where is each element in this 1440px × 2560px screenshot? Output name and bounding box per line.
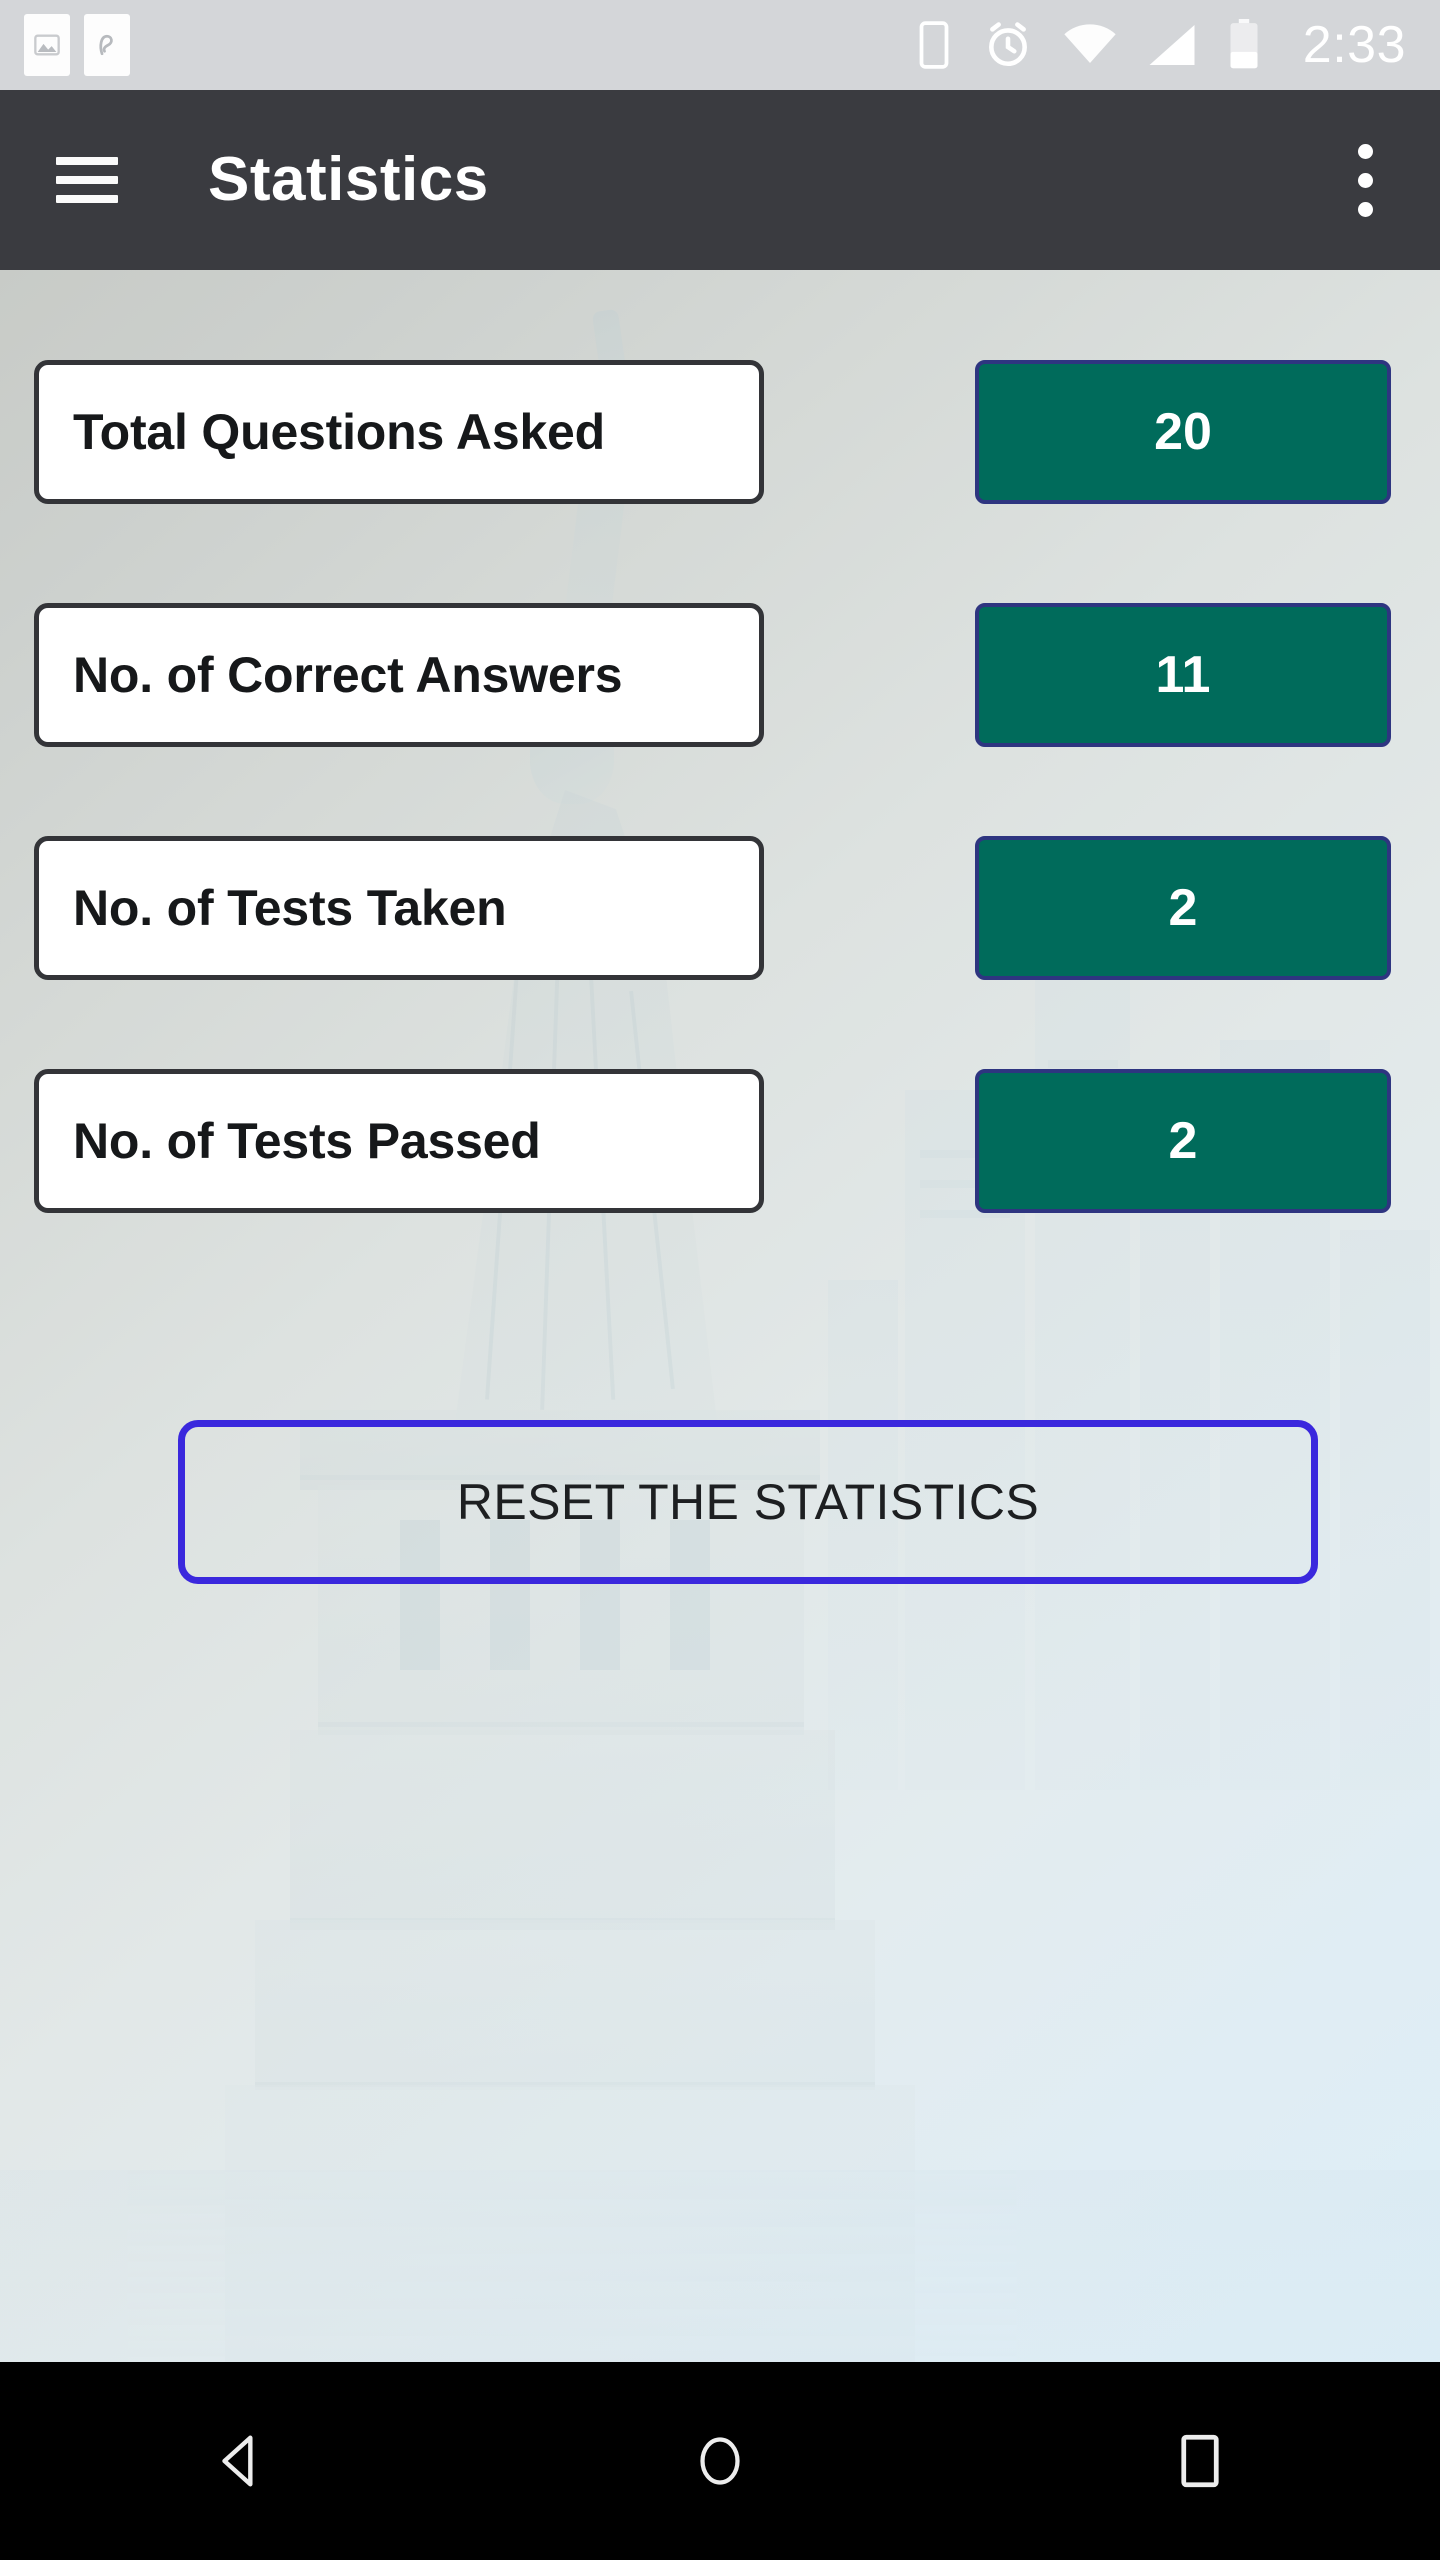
- table-row: No. of Correct Answers 11: [0, 603, 1440, 747]
- stat-value-box: 2: [975, 836, 1391, 980]
- table-row: No. of Tests Passed 2: [0, 1069, 1440, 1213]
- stat-label-card: Total Questions Asked: [34, 360, 764, 504]
- navigation-bar: [0, 2362, 1440, 2560]
- wifi-icon: [1063, 23, 1117, 67]
- cell-signal-icon: [1147, 22, 1197, 68]
- stat-value: 2: [1168, 879, 1198, 937]
- hamburger-menu-icon[interactable]: [56, 157, 118, 203]
- stat-value-box: 20: [975, 360, 1391, 504]
- stat-label: No. of Tests Passed: [73, 1113, 541, 1169]
- stat-value-box: 11: [975, 603, 1391, 747]
- stat-label: No. of Correct Answers: [73, 647, 623, 703]
- content-area: Total Questions Asked 20 No. of Correct …: [0, 270, 1440, 2362]
- stat-label-card: No. of Tests Taken: [34, 836, 764, 980]
- status-bar-clock: 2:33: [1302, 16, 1406, 74]
- stat-value: 2: [1168, 1112, 1198, 1170]
- stat-label-card: No. of Correct Answers: [34, 603, 764, 747]
- app-icon: [84, 14, 130, 76]
- stat-value: 11: [1155, 646, 1211, 704]
- more-vertical-icon[interactable]: [1330, 125, 1400, 235]
- stat-value: 20: [1154, 403, 1212, 461]
- app-bar: Statistics: [0, 90, 1440, 270]
- stat-value-box: 2: [975, 1069, 1391, 1213]
- status-bar-notifications: [24, 14, 130, 76]
- phone-icon: [915, 20, 953, 70]
- status-bar: 2:33: [0, 0, 1440, 90]
- table-row: Total Questions Asked 20: [0, 360, 1440, 504]
- status-bar-system-icons: 2:33: [915, 19, 1406, 71]
- home-button[interactable]: [480, 2431, 960, 2491]
- reset-statistics-label: RESET THE STATISTICS: [456, 1474, 1040, 1530]
- phone-screen: 2:33 Statistics Total Questions Asked 20…: [0, 0, 1440, 2560]
- stat-label: Total Questions Asked: [73, 404, 606, 460]
- back-button[interactable]: [0, 2430, 480, 2492]
- alarm-icon: [983, 20, 1033, 70]
- battery-icon: [1227, 19, 1261, 71]
- image-icon: [24, 14, 70, 76]
- stat-label: No. of Tests Taken: [73, 880, 507, 936]
- reset-statistics-button[interactable]: RESET THE STATISTICS: [178, 1420, 1318, 1584]
- recents-button[interactable]: [960, 2431, 1440, 2491]
- page-title: Statistics: [208, 145, 489, 214]
- stat-label-card: No. of Tests Passed: [34, 1069, 764, 1213]
- table-row: No. of Tests Taken 2: [0, 836, 1440, 980]
- statue-of-liberty-skyline-watermark: [0, 270, 1440, 2362]
